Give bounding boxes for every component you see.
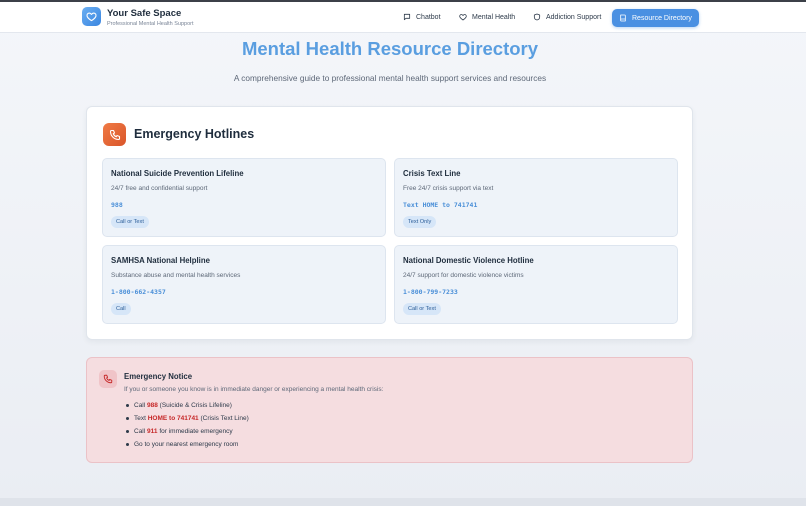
hotlines-title: Emergency Hotlines: [134, 127, 255, 141]
heart-icon: [459, 14, 467, 21]
notice-item-pre: Text: [134, 415, 148, 422]
notice-item: Call 911 for immediate emergency: [124, 425, 249, 438]
hotline-number[interactable]: Text HOME to 741741: [403, 201, 477, 209]
chat-bubble-icon: [403, 13, 411, 21]
phone-icon: [103, 374, 113, 384]
notice-item-post: (Suicide & Crisis Lifeline): [157, 402, 232, 409]
hotline-description: 24/7 support for domestic violence victi…: [403, 272, 524, 279]
notice-item-post: (Crisis Text Line): [198, 415, 249, 422]
page-title: Mental Health Resource Directory: [241, 38, 539, 59]
notice-item-pre: Go to your nearest emergency room: [134, 441, 239, 448]
notice-list: Call 988 (Suicide & Crisis Lifeline) Tex…: [124, 399, 249, 451]
notice-item-highlight[interactable]: 911: [147, 428, 158, 435]
nav-mental-health[interactable]: Mental Health: [452, 8, 522, 26]
phone-icon: [109, 129, 120, 140]
hotline-description: Substance abuse and mental health servic…: [111, 272, 241, 279]
brand-name[interactable]: Your Safe Space: [107, 8, 181, 19]
hotline-name: SAMHSA National Helpline: [111, 256, 210, 265]
notice-item-pre: Call: [134, 428, 148, 435]
page-subtitle: A comprehensive guide to professional me…: [233, 73, 547, 83]
notice-item-post: for immediate emergency: [157, 428, 233, 435]
notice-intro: If you or someone you know is in immedia…: [124, 386, 384, 393]
hotlines-icon-badge: [103, 123, 126, 146]
hotline-name: National Domestic Violence Hotline: [403, 256, 534, 265]
nav-resource-directory[interactable]: Resource Directory: [612, 9, 699, 27]
hotline-description: Free 24/7 crisis support via text: [403, 185, 494, 192]
notice-item-pre: Call: [134, 402, 148, 409]
heart-icon: [86, 12, 97, 22]
hotline-card-crisis-text-line[interactable]: Crisis Text Line Free 24/7 crisis suppor…: [394, 158, 678, 237]
nav-chatbot[interactable]: Chatbot: [396, 8, 448, 26]
footer-band: [0, 498, 806, 506]
notice-item-highlight[interactable]: 988: [147, 402, 158, 409]
contact-method-badge: Call or Text: [111, 216, 149, 228]
nav-addiction-support-label: Addiction Support: [546, 13, 602, 21]
hotline-card-domestic-violence[interactable]: National Domestic Violence Hotline 24/7 …: [394, 245, 678, 324]
nav-addiction-support[interactable]: Addiction Support: [526, 8, 608, 26]
contact-method-badge: Call or Text: [403, 303, 441, 315]
hotline-number[interactable]: 1-800-662-4357: [111, 288, 166, 296]
hotline-description: 24/7 free and confidential support: [111, 185, 208, 192]
nav-resource-directory-label: Resource Directory: [632, 14, 692, 22]
notice-item: Call 988 (Suicide & Crisis Lifeline): [124, 399, 249, 412]
hotline-card-samhsa[interactable]: SAMHSA National Helpline Substance abuse…: [102, 245, 386, 324]
hotline-number[interactable]: 988: [111, 201, 123, 209]
hotline-card-suicide-prevention[interactable]: National Suicide Prevention Lifeline 24/…: [102, 158, 386, 237]
nav-chatbot-label: Chatbot: [416, 13, 441, 21]
hotline-name: Crisis Text Line: [403, 169, 461, 178]
book-icon: [620, 14, 626, 22]
top-navbar: Your Safe Space Professional Mental Heal…: [0, 2, 806, 33]
notice-icon-badge: [99, 370, 117, 388]
nav-mental-health-label: Mental Health: [472, 13, 516, 21]
hotline-number[interactable]: 1-800-799-7233: [403, 288, 458, 296]
notice-item: Text HOME to 741741 (Crisis Text Line): [124, 412, 249, 425]
brand-logo[interactable]: [82, 7, 101, 26]
notice-title: Emergency Notice: [124, 372, 193, 381]
notice-item-highlight[interactable]: HOME to 741741: [148, 415, 199, 422]
emergency-hotlines-panel: Emergency Hotlines National Suicide Prev…: [86, 106, 693, 340]
emergency-notice: Emergency Notice If you or someone you k…: [86, 357, 693, 463]
contact-method-badge: Call: [111, 303, 131, 315]
contact-method-badge: Text Only: [403, 216, 437, 228]
brand-tagline: Professional Mental Health Support: [107, 21, 194, 27]
shield-icon: [533, 13, 541, 21]
hotline-name: National Suicide Prevention Lifeline: [111, 169, 244, 178]
notice-item: Go to your nearest emergency room: [124, 438, 249, 451]
